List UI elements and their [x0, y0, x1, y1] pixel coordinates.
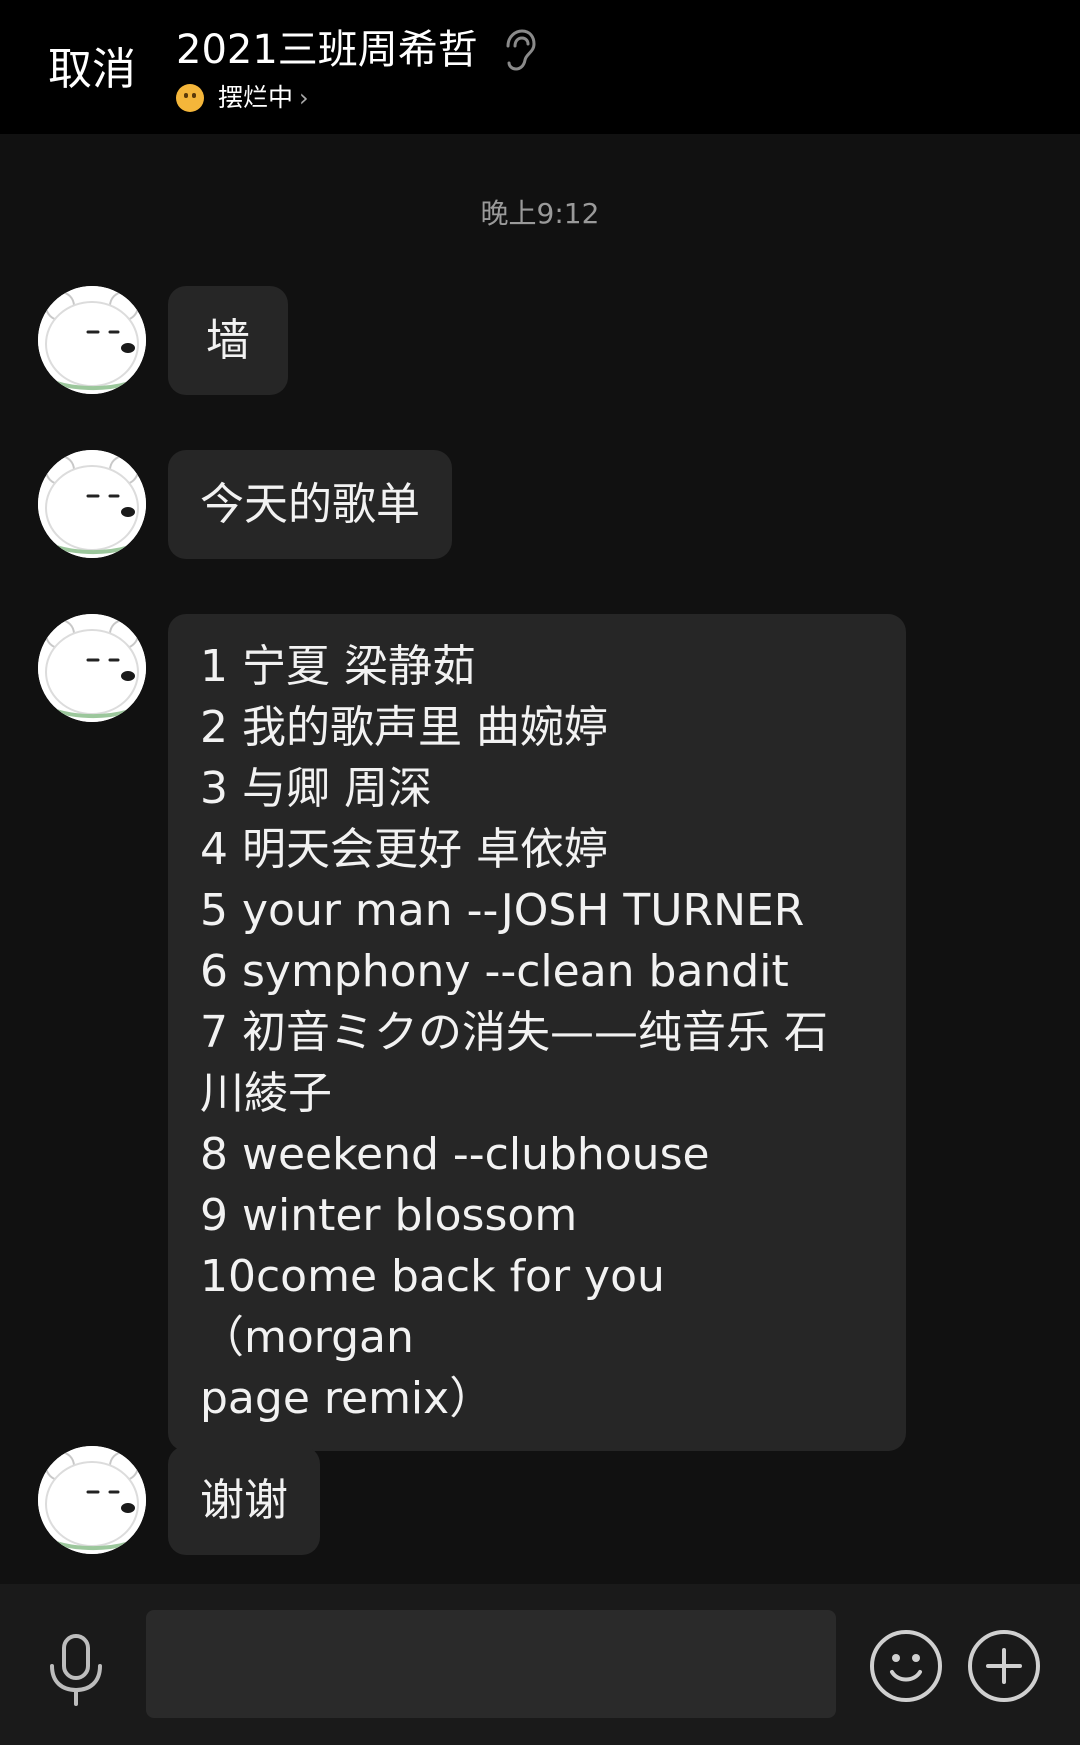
message-bubble[interactable]: 墙	[168, 286, 288, 395]
message-bubble[interactable]: 今天的歌单	[168, 450, 452, 559]
cancel-button[interactable]: 取消	[48, 42, 136, 98]
header: 取消 2021三班周希哲 摆烂中 ›	[0, 0, 1080, 134]
playlist-line: 9 winter blossom	[200, 1190, 578, 1241]
playlist-line: 5 your man --JOSH TURNER	[200, 885, 805, 936]
playlist-line: 1 宁夏 梁静茹	[200, 641, 476, 692]
status-text: 摆烂中	[218, 83, 294, 112]
message-input[interactable]	[146, 1610, 836, 1718]
playlist-line: 7 初音ミクの消失——纯音乐 石	[200, 1007, 828, 1058]
playlist-line: 2 我的歌声里 曲婉婷	[200, 702, 608, 753]
avatar[interactable]	[38, 1446, 146, 1554]
chevron-right-icon: ›	[299, 84, 309, 112]
avatar[interactable]	[38, 450, 146, 558]
chat-area[interactable]: 晚上9:12 墙 今天的歌单 1 宁夏 梁静茹 2 我的歌声里 曲婉婷 3 与卿…	[0, 134, 1080, 1584]
playlist-line: 川綾子	[200, 1068, 332, 1119]
playlist-message-bubble[interactable]: 1 宁夏 梁静茹 2 我的歌声里 曲婉婷 3 与卿 周深 4 明天会更好 卓依婷…	[168, 614, 906, 1451]
playlist-line: 8 weekend --clubhouse	[200, 1129, 710, 1180]
plus-icon[interactable]	[966, 1628, 1042, 1704]
bear-avatar-icon	[38, 286, 146, 394]
playlist-line: page remix）	[200, 1373, 494, 1424]
message-bubble[interactable]: 谢谢	[168, 1446, 320, 1555]
status-emoji-icon	[176, 84, 204, 112]
status-row[interactable]: 摆烂中 ›	[176, 80, 309, 116]
input-bar	[0, 1584, 1080, 1745]
bear-avatar-icon	[38, 1446, 146, 1554]
avatar[interactable]	[38, 614, 146, 722]
playlist-line: 6 symphony --clean bandit	[200, 946, 789, 997]
playlist-line: 4 明天会更好 卓依婷	[200, 824, 608, 875]
avatar[interactable]	[38, 286, 146, 394]
microphone-icon[interactable]	[44, 1632, 108, 1708]
bear-avatar-icon	[38, 614, 146, 722]
playlist-line: 10come back for you（morgan	[200, 1251, 665, 1363]
emoji-icon[interactable]	[868, 1628, 944, 1704]
bear-avatar-icon	[38, 450, 146, 558]
ear-icon[interactable]	[500, 28, 536, 72]
message-timestamp: 晚上9:12	[480, 197, 600, 230]
playlist-line: 3 与卿 周深	[200, 763, 432, 814]
chat-title[interactable]: 2021三班周希哲	[176, 24, 478, 76]
